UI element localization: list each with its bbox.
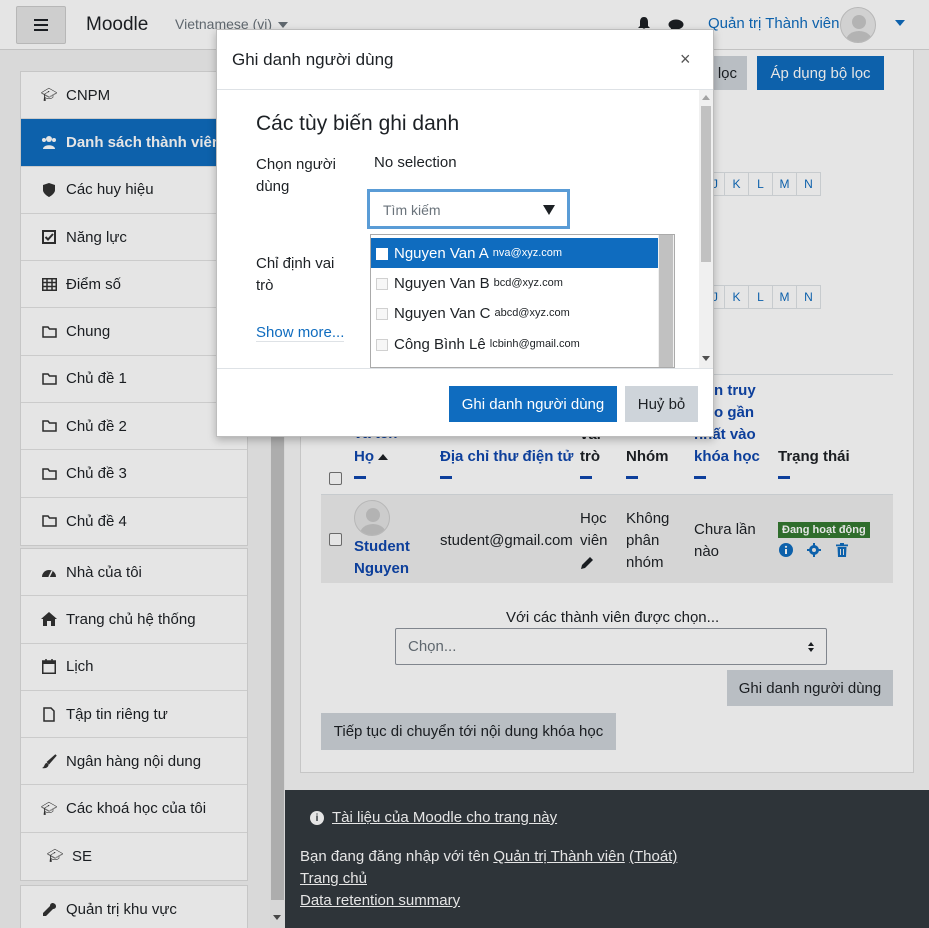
enrol-users-submit-button[interactable]: Ghi danh người dùng [449, 386, 617, 422]
label-line: Chọn người [256, 156, 336, 173]
show-more-link[interactable]: Show more... [256, 324, 344, 341]
suggestion-email: abcd@xyz.com [494, 307, 570, 319]
modal-footer: Ghi danh người dùng Huỷ bỏ [217, 368, 713, 436]
user-picture-icon [376, 278, 388, 290]
divider [256, 341, 344, 342]
modal-body: Các tùy biến ghi danh Chọn người dùng No … [217, 90, 713, 368]
suggestion-item[interactable]: Nguyen Van Anva@xyz.com [371, 238, 658, 268]
user-picture-icon [376, 308, 388, 320]
user-picture-icon [376, 248, 388, 260]
assign-role-label: Chỉ định vai trò [256, 253, 334, 297]
no-selection-text: No selection [374, 154, 457, 171]
user-suggestions-list: Nguyen Van Anva@xyz.com Nguyen Van Bbcd@… [370, 234, 675, 368]
suggestion-name: Nguyen Van C [394, 304, 491, 322]
search-placeholder: Tìm kiếm [383, 202, 441, 218]
suggestion-item[interactable]: Công Bình Lê lcbinh@gmail.com [371, 329, 658, 359]
enrol-users-dialog: Ghi danh người dùng × Các tùy biến ghi d… [216, 29, 714, 437]
user-picture-icon [376, 339, 388, 351]
user-search-input[interactable]: Tìm kiếm [367, 189, 570, 229]
suggestion-item[interactable]: Nguyen Van Cabcd@xyz.com [371, 298, 658, 328]
modal-header: Ghi danh người dùng × [217, 30, 713, 90]
dropdown-arrow-icon[interactable] [543, 205, 555, 215]
scroll-up-arrow-icon[interactable] [702, 95, 710, 100]
label-line: dùng [256, 178, 290, 195]
suggestion-name: Nguyen Van B [394, 274, 490, 292]
suggestion-email: nva@xyz.com [492, 247, 563, 259]
suggestion-email: lcbinh@gmail.com [489, 338, 580, 350]
suggestion-name: Công Bình Lê [394, 335, 486, 353]
enrolment-options-heading: Các tùy biến ghi danh [256, 112, 460, 135]
label-line: Chỉ định vai [256, 255, 335, 272]
modal-body-scrollbar[interactable] [699, 90, 713, 368]
modal-title: Ghi danh người dùng [232, 50, 394, 69]
suggestion-name: Nguyen Van A [394, 244, 489, 262]
suggestion-email: bcd@xyz.com [493, 277, 563, 289]
close-icon[interactable]: × [680, 49, 691, 70]
cancel-button[interactable]: Huỷ bỏ [625, 386, 698, 422]
label-line: trò [256, 277, 274, 294]
scroll-down-arrow-icon[interactable] [702, 356, 710, 361]
select-users-label: Chọn người dùng [256, 154, 336, 198]
suggestions-scrollbar[interactable] [658, 235, 674, 367]
suggestion-item[interactable]: Nguyen Van Bbcd@xyz.com [371, 268, 658, 298]
